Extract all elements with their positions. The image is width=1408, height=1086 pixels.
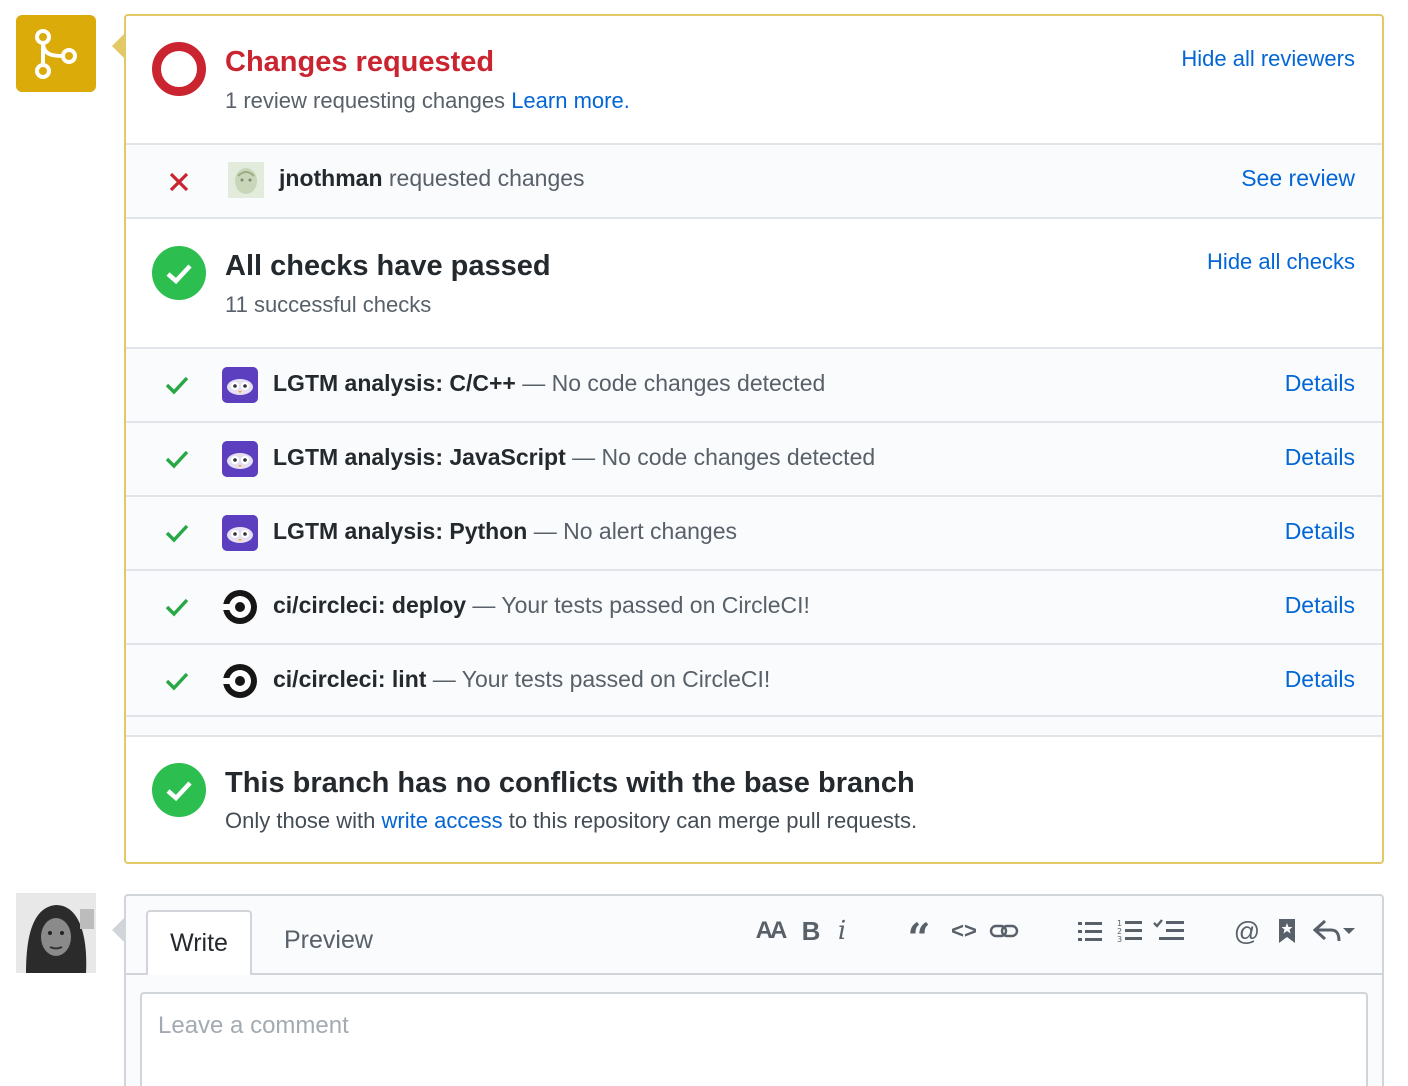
tab-preview[interactable]: Preview	[284, 926, 373, 955]
merge-title: This branch has no conflicts with the ba…	[225, 767, 915, 799]
checkmark-icon	[164, 448, 190, 470]
mergeability-section: This branch has no conflicts with the ba…	[126, 737, 1382, 862]
checks-list-end	[126, 717, 1382, 735]
comment-form: Write Preview AA B i “ <> 123 @ Leave a …	[124, 894, 1384, 1086]
merge-subtitle-pre: Only those with	[225, 808, 376, 833]
avatar[interactable]	[228, 162, 264, 198]
check-name: LGTM analysis: JavaScript	[273, 444, 566, 470]
reviewer-row: jnothman requested changes See review	[126, 145, 1382, 217]
code-icon[interactable]: <>	[948, 916, 980, 946]
check-text: LGTM analysis: C/C++ — No code changes d…	[273, 370, 825, 397]
unordered-list-icon[interactable]	[1076, 916, 1104, 946]
box-caret	[112, 34, 124, 58]
x-icon	[168, 171, 190, 193]
check-name: ci/circleci: deploy	[273, 592, 467, 618]
check-text: ci/circleci: lint — Your tests passed on…	[273, 666, 770, 693]
check-row: LGTM analysis: Python — No alert changes…	[126, 497, 1382, 569]
write-access-link[interactable]: write access	[382, 808, 503, 833]
reviewer-username[interactable]: jnothman	[279, 165, 383, 191]
merge-status-box: Changes requested 1 review requesting ch…	[124, 14, 1384, 864]
reviewer-text: jnothman requested changes	[279, 165, 585, 192]
check-name: ci/circleci: lint	[273, 666, 427, 692]
ordered-list-icon[interactable]: 123	[1116, 916, 1144, 946]
check-description: — No alert changes	[533, 518, 737, 544]
comment-textarea[interactable]: Leave a comment	[140, 992, 1368, 1086]
checkmark-icon	[164, 374, 190, 396]
link-icon[interactable]	[988, 916, 1020, 946]
svg-text:3: 3	[1117, 935, 1122, 944]
comment-caret	[112, 918, 124, 942]
tab-write[interactable]: Write	[146, 910, 252, 975]
checkmark-icon	[164, 596, 190, 618]
merge-subtitle: Only those with write access to this rep…	[225, 808, 917, 834]
git-merge-icon	[16, 15, 96, 92]
details-link[interactable]: Details	[1285, 370, 1355, 397]
circleci-logo-icon	[222, 663, 258, 699]
check-row: LGTM analysis: C/C++ — No code changes d…	[126, 349, 1382, 421]
user-avatar[interactable]	[16, 893, 96, 973]
lgtm-logo-icon	[222, 515, 258, 551]
details-link[interactable]: Details	[1285, 666, 1355, 693]
check-row: ci/circleci: lint — Your tests passed on…	[126, 645, 1382, 715]
details-link[interactable]: Details	[1285, 592, 1355, 619]
reviews-subtitle: 1 review requesting changes Learn more.	[225, 88, 630, 114]
quote-icon[interactable]: “	[904, 915, 934, 962]
details-link[interactable]: Details	[1285, 444, 1355, 471]
reviewer-action: requested changes	[388, 165, 585, 191]
check-text: LGTM analysis: Python — No alert changes	[273, 518, 737, 545]
mention-icon[interactable]: @	[1232, 916, 1262, 946]
hide-checks-link[interactable]: Hide all checks	[1207, 249, 1355, 275]
details-link[interactable]: Details	[1285, 518, 1355, 545]
check-circle-icon	[152, 246, 206, 300]
hide-reviewers-link[interactable]: Hide all reviewers	[1181, 46, 1355, 72]
circleci-logo-icon	[222, 589, 258, 625]
lgtm-logo-icon	[222, 441, 258, 477]
tab-divider	[126, 973, 1382, 975]
check-name: LGTM analysis: Python	[273, 518, 528, 544]
checks-section: All checks have passed 11 successful che…	[126, 219, 1382, 347]
checkmark-icon	[164, 522, 190, 544]
learn-more-link[interactable]: Learn more.	[511, 88, 630, 113]
checks-title: All checks have passed	[225, 250, 551, 282]
check-row: LGTM analysis: JavaScript — No code chan…	[126, 423, 1382, 495]
checkmark-icon	[164, 670, 190, 692]
check-description: — No code changes detected	[572, 444, 876, 470]
check-circle-icon	[152, 763, 206, 817]
check-text: LGTM analysis: JavaScript — No code chan…	[273, 444, 875, 471]
lgtm-logo-icon	[222, 367, 258, 403]
reply-dropdown-icon[interactable]	[1312, 916, 1358, 946]
reviews-subtitle-text: 1 review requesting changes	[225, 88, 506, 113]
reviews-section: Changes requested 1 review requesting ch…	[126, 16, 1382, 144]
check-row: ci/circleci: deploy — Your tests passed …	[126, 571, 1382, 643]
reviews-title: Changes requested	[225, 46, 495, 78]
check-description: — No code changes detected	[522, 370, 826, 396]
see-review-link[interactable]: See review	[1241, 165, 1355, 192]
italic-icon[interactable]: i	[832, 916, 852, 946]
changes-requested-icon	[152, 42, 206, 96]
check-text: ci/circleci: deploy — Your tests passed …	[273, 592, 810, 619]
bold-icon[interactable]: B	[798, 916, 824, 946]
task-list-icon[interactable]	[1152, 916, 1186, 946]
check-name: LGTM analysis: C/C++	[273, 370, 516, 396]
saved-reply-bookmark-icon[interactable]	[1274, 916, 1300, 946]
check-description: — Your tests passed on CircleCI!	[472, 592, 810, 618]
check-description: — Your tests passed on CircleCI!	[432, 666, 771, 692]
merge-subtitle-post: to this repository can merge pull reques…	[508, 808, 918, 833]
text-size-icon[interactable]: AA	[750, 916, 790, 946]
checks-subtitle: 11 successful checks	[225, 292, 432, 317]
